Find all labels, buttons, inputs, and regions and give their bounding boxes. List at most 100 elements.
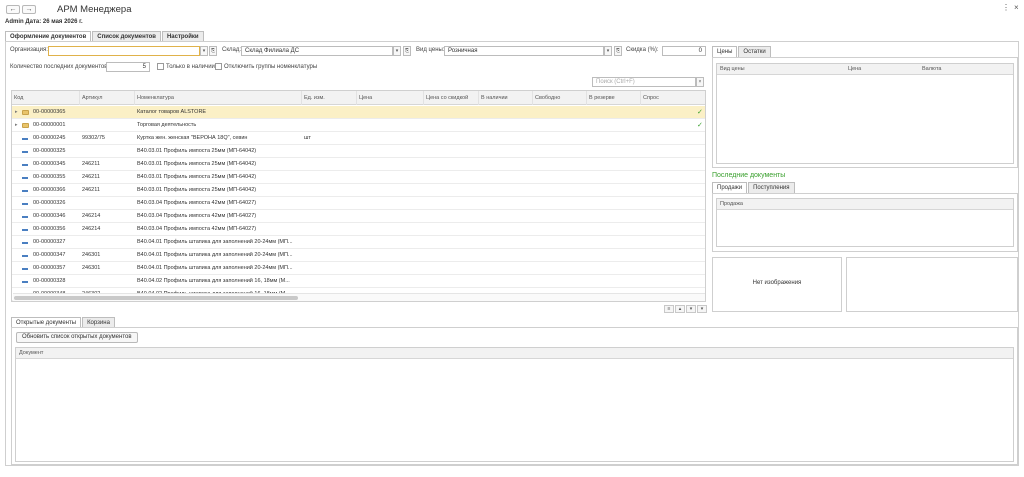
col-free[interactable]: Свободно <box>533 91 587 105</box>
warehouse-dropdown-icon[interactable]: ▾ <box>393 46 401 56</box>
move-up-icon[interactable]: ▴ <box>675 305 685 313</box>
cell-unit <box>304 223 356 236</box>
cell-code: 00-00000365 <box>33 109 66 115</box>
discount-field[interactable]: 0 <box>662 46 706 56</box>
item-icon <box>22 281 28 283</box>
cell-name: B40.04.01 Профиль штапика для заполнений… <box>137 252 293 258</box>
price-type-field[interactable]: Розничная <box>444 46 604 56</box>
col-price-kind[interactable]: Вид цены <box>720 64 745 75</box>
cell-article <box>82 119 134 132</box>
cell-code: 00-00000346 <box>33 213 66 219</box>
cell-name: B40.03.01 Профиль импоста 25мм (МП-64042… <box>137 187 257 193</box>
cell-unit <box>304 301 356 302</box>
cell-code: 00-00000327 <box>33 239 66 245</box>
table-row[interactable]: 00-00000326 B40.03.04 Профиль импоста 42м… <box>12 197 705 210</box>
cell-name: B40.04.02 Профиль штапика для заполнений… <box>137 301 301 302</box>
table-row[interactable]: 00-00000345 246211 B40.03.01 Профиль импос… <box>12 158 705 171</box>
col-sale[interactable]: Продажа <box>720 199 743 210</box>
col-price-value[interactable]: Цена <box>848 64 861 75</box>
col-price[interactable]: Цена <box>357 91 424 105</box>
item-icon <box>22 190 28 192</box>
org-dropdown-icon[interactable]: ▾ <box>200 46 208 56</box>
cell-article: 246211 <box>82 174 100 180</box>
col-reserve[interactable]: В резерве <box>587 91 641 105</box>
search-input[interactable]: Поиск (Ctrl+F) <box>592 77 696 87</box>
collapse-icon[interactable]: ▾ <box>697 305 707 313</box>
table-row[interactable]: 00-00000366 246211 B40.03.01 Профиль импос… <box>12 184 705 197</box>
cell-unit: шт <box>304 135 311 141</box>
cell-article <box>82 145 134 158</box>
last-docs-field[interactable]: 5 <box>106 62 150 72</box>
warehouse-field[interactable]: Склад Филиала ДС <box>241 46 393 56</box>
col-article[interactable]: Артикул <box>80 91 135 105</box>
disable-groups-checkbox[interactable] <box>215 63 222 70</box>
table-row[interactable]: 00-00000325 B40.03.01 Профиль импоста 25м… <box>12 145 705 158</box>
col-currency[interactable]: Валюта <box>922 64 941 75</box>
col-demand[interactable]: Спрос <box>641 91 705 105</box>
cell-unit <box>304 197 356 210</box>
cell-name: B40.03.01 Профиль импоста 25мм (МП-64042… <box>137 148 257 154</box>
item-icon <box>22 242 28 244</box>
move-down-icon[interactable]: ▾ <box>686 305 696 313</box>
col-in-stock[interactable]: В наличии <box>479 91 533 105</box>
window-title: АРМ Менеджера <box>57 4 132 15</box>
col-document[interactable]: Документ <box>19 348 43 359</box>
table-row[interactable]: 00-00000245 99302/75 Куртка жен. женская "… <box>12 132 705 145</box>
table-row[interactable]: 00-00000346 246214 B40.03.04 Профиль импос… <box>12 210 705 223</box>
table-row[interactable]: 00-00000328 B40.04.02 Профиль штапика для… <box>12 275 705 288</box>
table-row[interactable]: 00-00000355 246211 B40.03.01 Профиль импос… <box>12 171 705 184</box>
forward-arrow-icon[interactable]: → <box>22 5 36 14</box>
price-type-dropdown-icon[interactable]: ▾ <box>604 46 612 56</box>
tab-stocks[interactable]: Остатки <box>738 46 771 57</box>
col-discount-price[interactable]: Цена со скидкой <box>424 91 479 105</box>
table-row[interactable]: ▸ 00-00000001 Торговая деятельность ✓ <box>12 119 705 132</box>
col-name[interactable]: Номенклатура <box>135 91 302 105</box>
cell-code: 00-00000326 <box>33 200 66 206</box>
cell-unit <box>304 236 356 249</box>
table-row[interactable]: 00-00000347 246301 B40.04.01 Профиль штапи… <box>12 249 705 262</box>
expand-triangle-icon[interactable]: ▸ <box>15 109 18 115</box>
cell-article <box>82 197 134 210</box>
org-open-icon[interactable]: ⎘ <box>209 46 217 56</box>
cell-unit <box>304 145 356 158</box>
cell-article: 246211 <box>82 187 100 193</box>
table-row[interactable]: 00-00000327 B40.04.01 Профиль штапика для… <box>12 236 705 249</box>
only-in-stock-checkbox[interactable] <box>157 63 164 70</box>
table-row[interactable]: ▸ 00-00000365 Каталог товаров ALSTORE ✓ <box>12 106 705 119</box>
grid-horizontal-scrollbar[interactable] <box>13 293 705 301</box>
list-view-icon[interactable]: ≡ <box>664 305 674 313</box>
close-icon[interactable]: × <box>1014 3 1019 12</box>
item-icon <box>22 216 28 218</box>
right-tabs: Цены Остатки <box>712 46 772 57</box>
cell-unit <box>304 249 356 262</box>
table-row[interactable]: 00-00000357 246301 B40.04.01 Профиль штапи… <box>12 262 705 275</box>
cell-code: 00-00000358 <box>33 301 79 302</box>
search-clear-icon[interactable]: × <box>696 77 704 87</box>
tab-sales[interactable]: Продажи <box>712 182 748 193</box>
table-row[interactable]: 00-00000358246302B40.04.02 Профиль штапи… <box>12 301 705 302</box>
price-type-open-icon[interactable]: ⎘ <box>614 46 622 56</box>
table-row[interactable]: 00-00000356 246214 B40.03.04 Профиль импос… <box>12 223 705 236</box>
cell-code: 00-00000325 <box>33 148 66 154</box>
org-field[interactable] <box>48 46 200 56</box>
tab-prices[interactable]: Цены <box>712 46 738 57</box>
cell-code: 00-00000345 <box>33 161 66 167</box>
cell-code: 00-00000001 <box>33 122 66 128</box>
expand-triangle-icon[interactable]: ▸ <box>15 122 18 128</box>
title-bar: ← → АРМ Менеджера ⋮ × <box>0 0 1024 18</box>
col-unit[interactable]: Ед. изм. <box>302 91 357 105</box>
discount-label: Скидка (%): <box>626 47 659 53</box>
more-menu-icon[interactable]: ⋮ <box>1002 3 1010 12</box>
cell-name: Куртка жен. женская "ВЕРОНА 18Q", севин <box>137 135 248 141</box>
refresh-open-docs-button[interactable]: Обновить список открытых документов <box>16 332 138 343</box>
back-arrow-icon[interactable]: ← <box>6 5 20 14</box>
check-icon: ✓ <box>697 109 703 116</box>
prices-table: Вид цены Цена Валюта <box>716 63 1014 164</box>
sales-table: Продажа <box>716 198 1014 247</box>
scrollbar-thumb[interactable] <box>14 296 298 300</box>
cell-article: 246301 <box>82 252 101 258</box>
col-code[interactable]: Код <box>12 91 80 105</box>
cell-unit <box>304 119 356 132</box>
tab-receipts[interactable]: Поступления <box>748 182 795 193</box>
warehouse-open-icon[interactable]: ⎘ <box>403 46 411 56</box>
